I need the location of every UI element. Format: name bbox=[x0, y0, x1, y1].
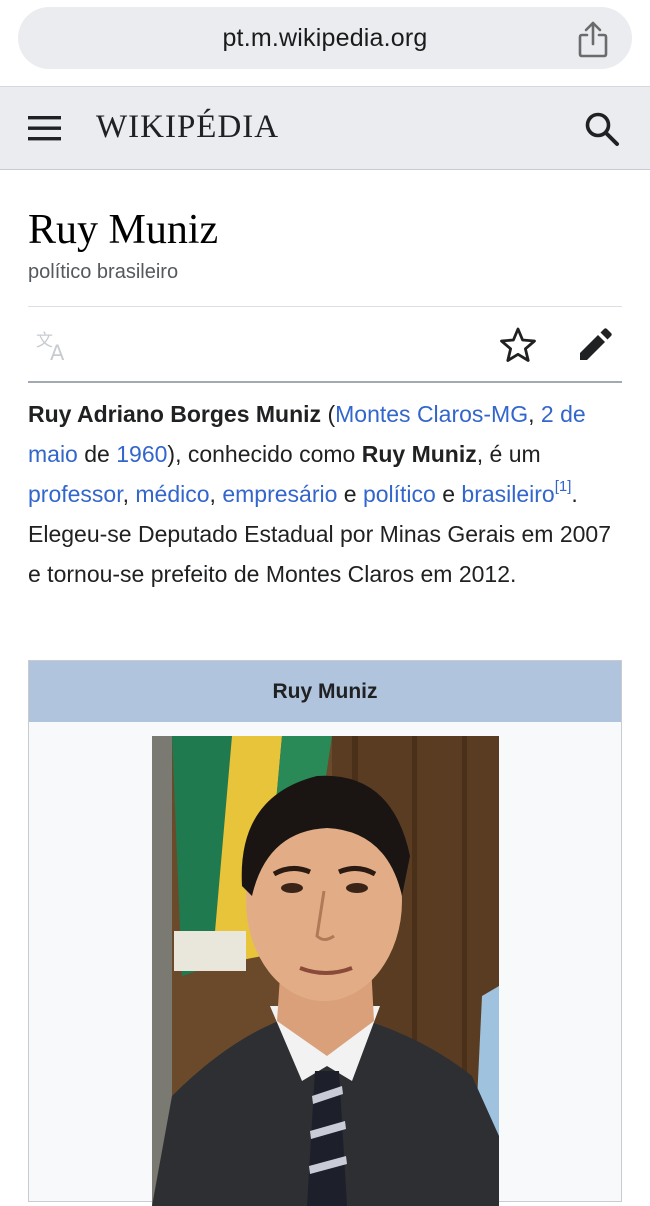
text: , é um bbox=[476, 441, 541, 467]
bold-full-name: Ruy Adriano Borges Muniz bbox=[28, 401, 322, 427]
portrait-image[interactable] bbox=[152, 736, 499, 1206]
text: , bbox=[528, 401, 541, 427]
text: ( bbox=[321, 401, 336, 427]
address-bar[interactable]: pt.m.wikipedia.org bbox=[18, 7, 632, 69]
text: e bbox=[435, 481, 462, 507]
page-actions-toolbar: 文 A bbox=[28, 307, 622, 381]
link-montes-claros[interactable]: Montes Claros-MG bbox=[335, 401, 528, 427]
infobox: Ruy Muniz bbox=[28, 660, 622, 1206]
url-text[interactable]: pt.m.wikipedia.org bbox=[18, 24, 632, 53]
divider bbox=[28, 381, 622, 383]
page-subtitle: político brasileiro bbox=[28, 261, 179, 283]
text: , bbox=[209, 481, 223, 507]
text: de bbox=[77, 441, 117, 467]
infobox-title: Ruy Muniz bbox=[29, 661, 621, 722]
link-birth-year[interactable]: 1960 bbox=[116, 441, 167, 467]
wikipedia-logo[interactable]: WIKIPÉDIA bbox=[96, 109, 279, 146]
link-politico[interactable]: político bbox=[363, 481, 436, 507]
search-icon[interactable] bbox=[584, 111, 620, 147]
bold-short-name: Ruy Muniz bbox=[361, 441, 477, 467]
text: , bbox=[122, 481, 136, 507]
star-icon[interactable] bbox=[498, 325, 538, 365]
reference-link[interactable]: [1] bbox=[555, 478, 572, 495]
link-brasileiro[interactable]: brasileiro bbox=[461, 481, 554, 507]
link-empresario[interactable]: empresário bbox=[222, 481, 337, 507]
page-title: Ruy Muniz bbox=[28, 207, 219, 253]
translate-icon[interactable]: 文 A bbox=[36, 329, 74, 361]
browser-bar: pt.m.wikipedia.org bbox=[0, 0, 650, 86]
link-professor[interactable]: professor bbox=[28, 481, 123, 507]
menu-icon[interactable] bbox=[27, 113, 63, 143]
link-medico[interactable]: médico bbox=[135, 481, 209, 507]
share-icon[interactable] bbox=[576, 20, 610, 58]
edit-icon[interactable] bbox=[576, 326, 614, 364]
text: e bbox=[337, 481, 363, 507]
lead-paragraph: Ruy Adriano Borges Muniz (Montes Claros-… bbox=[28, 394, 628, 594]
text: ), conhecido como bbox=[167, 441, 362, 467]
svg-text:A: A bbox=[50, 341, 65, 361]
wiki-header: WIKIPÉDIA bbox=[0, 86, 650, 170]
